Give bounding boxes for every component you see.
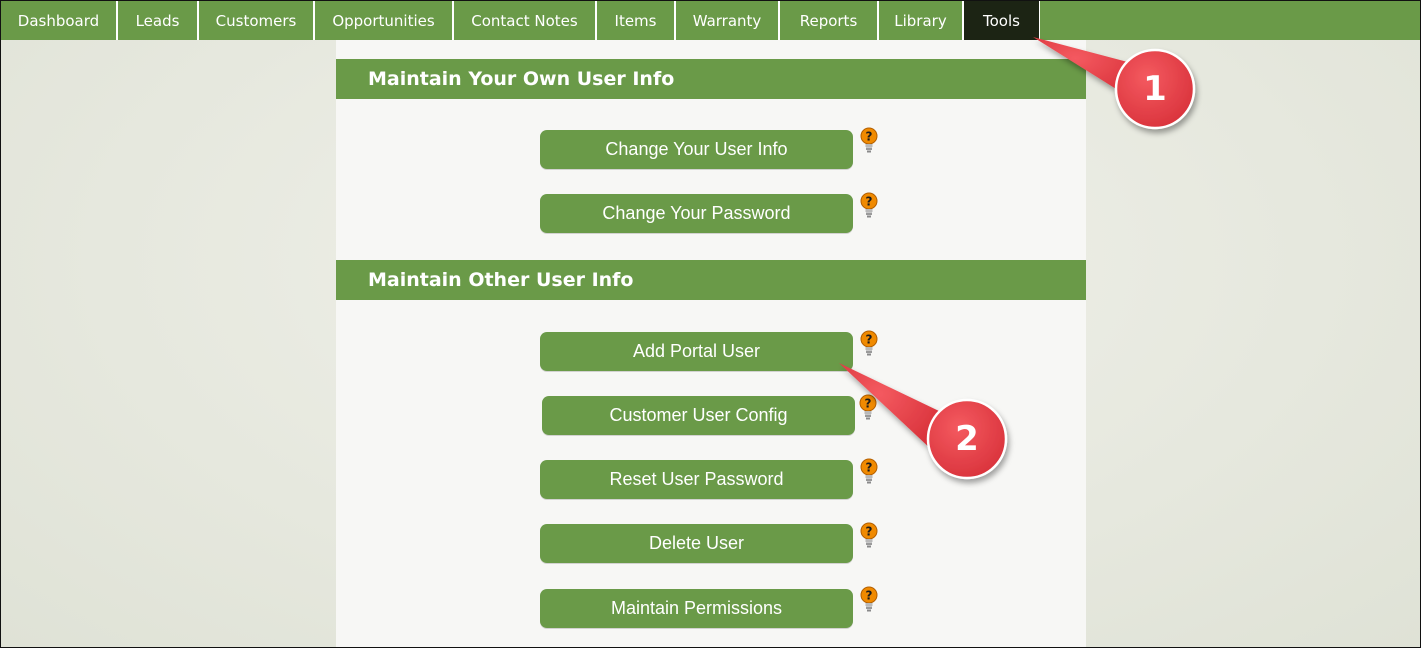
change-password-button[interactable]: Change Your Password [540,194,853,233]
nav-item-warranty[interactable]: Warranty [676,1,780,40]
help-lightbulb-icon[interactable]: ? [859,394,877,422]
nav-item-leads[interactable]: Leads [118,1,199,40]
help-lightbulb-icon[interactable]: ? [860,127,878,155]
help-lightbulb-icon[interactable]: ? [860,330,878,358]
svg-text:?: ? [866,333,873,347]
maintain-permissions-button[interactable]: Maintain Permissions [540,589,853,628]
svg-text:?: ? [866,130,873,144]
nav-item-library[interactable]: Library [879,1,964,40]
section-header-own-user-info: Maintain Your Own User Info [336,59,1086,99]
top-nav: Dashboard Leads Customers Opportunities … [1,1,1420,40]
delete-user-button[interactable]: Delete User [540,524,853,563]
nav-item-reports[interactable]: Reports [780,1,879,40]
svg-text:?: ? [866,461,873,475]
callout-1-number: 1 [1143,69,1167,109]
callout-2-number: 2 [955,419,979,459]
help-lightbulb-icon[interactable]: ? [860,586,878,614]
nav-item-tools[interactable]: Tools [964,1,1040,40]
nav-item-dashboard[interactable]: Dashboard [1,1,118,40]
change-user-info-button[interactable]: Change Your User Info [540,130,853,169]
svg-text:?: ? [866,195,873,209]
nav-item-items[interactable]: Items [597,1,676,40]
svg-text:?: ? [865,397,872,411]
add-portal-user-button[interactable]: Add Portal User [540,332,853,371]
help-lightbulb-icon[interactable]: ? [860,192,878,220]
nav-filler [1040,1,1420,40]
nav-item-contact-notes[interactable]: Contact Notes [454,1,597,40]
reset-user-password-button[interactable]: Reset User Password [540,460,853,499]
customer-user-config-button[interactable]: Customer User Config [542,396,855,435]
nav-item-opportunities[interactable]: Opportunities [315,1,454,40]
section-header-other-user-info: Maintain Other User Info [336,260,1086,300]
svg-text:?: ? [866,589,873,603]
svg-text:?: ? [866,525,873,539]
app-window: Dashboard Leads Customers Opportunities … [0,0,1421,648]
help-lightbulb-icon[interactable]: ? [860,522,878,550]
nav-item-customers[interactable]: Customers [199,1,315,40]
help-lightbulb-icon[interactable]: ? [860,458,878,486]
tools-panel: Maintain Your Own User Info Change Your … [336,40,1086,647]
